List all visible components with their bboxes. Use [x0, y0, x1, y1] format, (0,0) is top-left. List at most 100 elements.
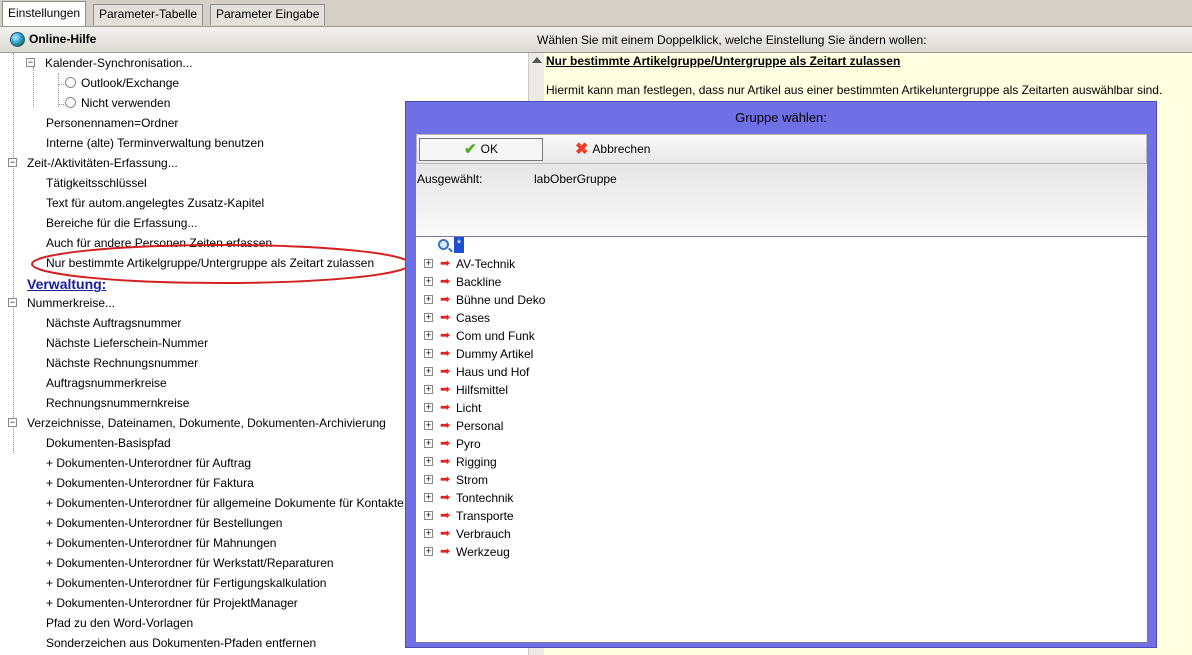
tree-item-taetigkeitsschluessel[interactable]: Tätigkeitsschlüssel: [46, 174, 147, 192]
expand-toggle-icon[interactable]: +: [424, 313, 433, 322]
arrow-right-icon: ➡: [440, 454, 451, 468]
expand-toggle-icon[interactable]: +: [424, 259, 433, 268]
collapse-toggle-icon[interactable]: −: [26, 58, 35, 67]
tree-item-label: Zeit-/Aktivitäten-Erfassung...: [27, 156, 178, 170]
group-item[interactable]: + ➡ Werkzeug: [416, 543, 716, 561]
expand-toggle-icon[interactable]: +: [424, 385, 433, 394]
tab-parameter-eingabe[interactable]: Parameter Eingabe: [210, 4, 326, 25]
tree-item-sonderzeichen[interactable]: Sonderzeichen aus Dokumenten-Pfaden entf…: [46, 634, 316, 652]
expand-toggle-icon[interactable]: +: [424, 295, 433, 304]
group-item[interactable]: + ➡ Dummy Artikel: [416, 345, 716, 363]
tree-item-unterordner-bestellungen[interactable]: + Dokumenten-Unterordner für Bestellunge…: [46, 514, 282, 532]
expand-toggle-icon[interactable]: +: [424, 457, 433, 466]
group-item[interactable]: + ➡ Transporte: [416, 507, 716, 525]
group-item-label: Rigging: [456, 455, 497, 469]
group-item[interactable]: + ➡ Personal: [416, 417, 716, 435]
tree-item-interne-terminverwaltung[interactable]: Interne (alte) Terminverwaltung benutzen: [46, 134, 264, 152]
ok-label: OK: [480, 142, 498, 156]
tree-item-label: Nicht verwenden: [81, 96, 171, 110]
tree-item-unterordner-fertigungskalkulation[interactable]: + Dokumenten-Unterordner für Fertigungsk…: [46, 574, 326, 592]
group-item-label: Com und Funk: [456, 329, 535, 343]
arrow-right-icon: ➡: [440, 328, 451, 342]
tree-connector: [13, 303, 14, 453]
tree-item-naechste-rechnungsnummer[interactable]: Nächste Rechnungsnummer: [46, 354, 198, 372]
expand-toggle-icon[interactable]: +: [424, 547, 433, 556]
selected-value: labOberGruppe: [534, 172, 617, 186]
group-item-label: Tontechnik: [456, 491, 514, 505]
tab-parameter-tabelle[interactable]: Parameter-Tabelle: [93, 4, 204, 25]
search-icon[interactable]: [438, 239, 449, 250]
group-item[interactable]: + ➡ Backline: [416, 273, 716, 291]
group-item-label: Verbrauch: [456, 527, 511, 541]
arrow-right-icon: ➡: [440, 274, 451, 288]
arrow-right-icon: ➡: [440, 382, 451, 396]
tree-item-nur-bestimmte-artikelgruppe[interactable]: Nur bestimmte Artikelgruppe/Untergruppe …: [46, 254, 374, 272]
ok-button[interactable]: ✔ OK: [419, 138, 543, 161]
online-help-button[interactable]: Online-Hilfe: [29, 32, 96, 46]
expand-toggle-icon[interactable]: +: [424, 331, 433, 340]
expand-toggle-icon[interactable]: +: [424, 493, 433, 502]
close-icon: ✖: [575, 141, 589, 158]
group-item-label: Hilfsmittel: [456, 383, 509, 397]
tree-item-unterordner-werkstatt[interactable]: + Dokumenten-Unterordner für Werkstatt/R…: [46, 554, 334, 572]
tree-item-auftragsnummerkreise[interactable]: Auftragsnummerkreise: [46, 374, 167, 392]
group-item[interactable]: + ➡ Strom: [416, 471, 716, 489]
group-item[interactable]: + ➡ Rigging: [416, 453, 716, 471]
selection-area: Ausgewählt: labOberGruppe: [416, 164, 1147, 236]
group-item[interactable]: + ➡ Haus und Hof: [416, 363, 716, 381]
group-item-label: Personal: [456, 419, 504, 433]
tree-item-label: Outlook/Exchange: [81, 76, 180, 90]
tab-bar: Einstellungen Parameter-Tabelle Paramete…: [0, 0, 1192, 26]
tree-heading-verwaltung[interactable]: Verwaltung:: [27, 275, 106, 293]
tree-item-unterordner-auftrag[interactable]: + Dokumenten-Unterordner für Auftrag: [46, 454, 251, 472]
expand-toggle-icon[interactable]: +: [424, 439, 433, 448]
tree-item-unterordner-kontakte[interactable]: + Dokumenten-Unterordner für allgemeine …: [46, 494, 404, 512]
tree-item-unterordner-mahnungen[interactable]: + Dokumenten-Unterordner für Mahnungen: [46, 534, 276, 552]
group-item[interactable]: + ➡ Pyro: [416, 435, 716, 453]
group-item[interactable]: + ➡ Com und Funk: [416, 327, 716, 345]
collapse-toggle-icon[interactable]: −: [8, 418, 17, 427]
expand-toggle-icon[interactable]: +: [424, 349, 433, 358]
arrow-right-icon: ➡: [440, 526, 451, 540]
cancel-button[interactable]: ✖ Abbrechen: [569, 138, 689, 161]
scroll-up-arrow-icon[interactable]: [532, 57, 542, 63]
expand-toggle-icon[interactable]: +: [424, 367, 433, 376]
tree-item-andere-personen[interactable]: Auch für andere Personen Zeiten erfassen: [46, 234, 272, 252]
tab-einstellungen[interactable]: Einstellungen: [2, 1, 87, 26]
radio-icon[interactable]: [65, 97, 76, 108]
tree-item-personennamen[interactable]: Personennamen=Ordner: [46, 114, 178, 132]
group-item[interactable]: + ➡ Cases: [416, 309, 716, 327]
group-item[interactable]: + ➡ Hilfsmittel: [416, 381, 716, 399]
expand-toggle-icon[interactable]: +: [424, 277, 433, 286]
expand-toggle-icon[interactable]: +: [424, 511, 433, 520]
group-tree: * + ➡ AV-Technik + ➡ Backline + ➡ Bühne und Deko…: [415, 236, 1148, 643]
tree-item-rechnungsnummernkreise[interactable]: Rechnungsnummernkreise: [46, 394, 189, 412]
tree-item-bereiche-erfassung[interactable]: Bereiche für die Erfassung...: [46, 214, 197, 232]
tree-item-pfad-word-vorlagen[interactable]: Pfad zu den Word-Vorlagen: [46, 614, 193, 632]
tree-item-naechste-auftragsnummer[interactable]: Nächste Auftragsnummer: [46, 314, 181, 332]
group-item[interactable]: + ➡ Licht: [416, 399, 716, 417]
expand-toggle-icon[interactable]: +: [424, 403, 433, 412]
group-item[interactable]: + ➡ Verbrauch: [416, 525, 716, 543]
expand-toggle-icon[interactable]: +: [424, 529, 433, 538]
group-tree-root[interactable]: *: [416, 237, 716, 255]
group-item-label: Haus und Hof: [456, 365, 530, 379]
collapse-toggle-icon[interactable]: −: [8, 298, 17, 307]
tree-item-naechste-lieferschein-nummer[interactable]: Nächste Lieferschein-Nummer: [46, 334, 208, 352]
group-item[interactable]: + ➡ Bühne und Deko: [416, 291, 716, 309]
header-strip: Online-Hilfe Wählen Sie mit einem Doppel…: [0, 26, 1192, 53]
root-node[interactable]: *: [454, 237, 464, 253]
expand-toggle-icon[interactable]: +: [424, 475, 433, 484]
group-item-label: Strom: [456, 473, 489, 487]
expand-toggle-icon[interactable]: +: [424, 421, 433, 430]
tree-item-text-zusatz-kapitel[interactable]: Text für autom.angelegtes Zusatz-Kapitel: [46, 194, 264, 212]
arrow-right-icon: ➡: [440, 310, 451, 324]
group-item[interactable]: + ➡ AV-Technik: [416, 255, 716, 273]
collapse-toggle-icon[interactable]: −: [8, 158, 17, 167]
radio-icon[interactable]: [65, 77, 76, 88]
tree-item-unterordner-projektmanager[interactable]: + Dokumenten-Unterordner für ProjektMana…: [46, 594, 298, 612]
group-item-label: Transporte: [456, 509, 514, 523]
group-item[interactable]: + ➡ Tontechnik: [416, 489, 716, 507]
tree-item-unterordner-faktura[interactable]: + Dokumenten-Unterordner für Faktura: [46, 474, 254, 492]
tree-item-dokumenten-basispfad[interactable]: Dokumenten-Basispfad: [46, 434, 171, 452]
